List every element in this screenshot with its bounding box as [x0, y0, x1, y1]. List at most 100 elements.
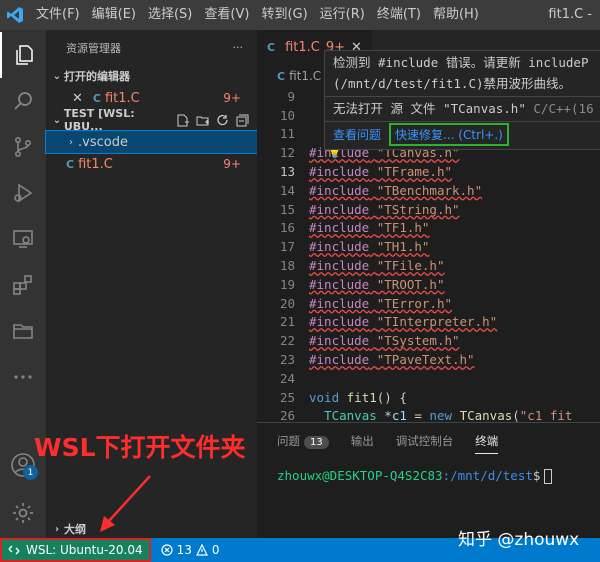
- outline-section[interactable]: › 大纲: [46, 518, 257, 540]
- breadcrumb-file[interactable]: fit1.C: [289, 69, 321, 83]
- extensions-icon[interactable]: [0, 262, 46, 308]
- line-text: #include "TFile.h": [309, 258, 445, 274]
- quick-fix-link[interactable]: 快速修复... (Ctrl+.): [389, 123, 509, 146]
- menu-edit[interactable]: 编辑(E): [86, 0, 142, 30]
- code-line[interactable]: 21 #include "TInterpreter.h": [257, 313, 600, 332]
- search-icon[interactable]: [0, 78, 46, 124]
- open-editor-filename: fit1.C: [104, 90, 140, 106]
- hover-message-line2: (/mnt/d/test/fit1.C)禁用波形曲线。: [333, 76, 572, 91]
- chevron-right-icon: ›: [69, 136, 73, 148]
- line-text: void fit1() {: [309, 389, 407, 405]
- open-editors-section[interactable]: ⌄ 打开的编辑器: [46, 65, 257, 87]
- annotation-text: WSL下打开文件夹: [34, 433, 246, 462]
- workspace-section[interactable]: ⌄ TEST [WSL: UBU...: [46, 107, 257, 133]
- terminal[interactable]: zhouwx@DESKTOP-Q4S2C83:/mnt/d/test$: [257, 458, 600, 484]
- explorer-more-button[interactable]: ···: [233, 41, 244, 54]
- panel-tabs: 问题 13 输出 调试控制台 终端: [257, 423, 600, 458]
- menu-help[interactable]: 帮助(H): [427, 0, 485, 30]
- error-icon: [161, 544, 173, 556]
- tab-debug-console[interactable]: 调试控制台: [396, 433, 454, 449]
- account-badge: 1: [23, 465, 38, 480]
- view-problem-link[interactable]: 查看问题: [333, 126, 381, 143]
- c-file-icon: C: [92, 91, 101, 105]
- line-text: #include "TH1.h": [309, 239, 430, 255]
- tab-output[interactable]: 输出: [351, 433, 374, 449]
- menu-terminal[interactable]: 终端(T): [371, 0, 427, 30]
- code-line[interactable]: 19 #include "TROOT.h": [257, 275, 600, 294]
- code-line[interactable]: 22 #include "TSystem.h": [257, 331, 600, 350]
- new-file-icon[interactable]: [176, 114, 189, 127]
- code-line[interactable]: 14 #include "TBenchmark.h": [257, 181, 600, 200]
- menu-selection[interactable]: 选择(S): [142, 0, 198, 30]
- line-number: 26: [279, 408, 295, 422]
- outline-label: 大纲: [64, 523, 86, 536]
- warning-icon: [195, 544, 208, 556]
- tab-problems[interactable]: 问题 13: [277, 433, 329, 449]
- run-debug-icon[interactable]: [0, 170, 46, 216]
- source-control-icon[interactable]: [0, 124, 46, 170]
- menu-go[interactable]: 转到(G): [255, 0, 313, 30]
- folder-vscode[interactable]: › .vscode: [45, 130, 258, 154]
- code-line[interactable]: 13 #include "TFrame.h": [257, 162, 600, 181]
- menu-view[interactable]: 查看(V): [198, 0, 255, 30]
- folder-vscode-label: .vscode: [78, 134, 128, 150]
- menu-run[interactable]: 运行(R): [314, 0, 371, 30]
- line-number: 17: [279, 239, 295, 255]
- hover-actions: 查看问题 快速修复... (Ctrl+.): [325, 121, 600, 147]
- problems-count-badge: 13: [304, 435, 329, 449]
- vscode-logo-icon: [0, 0, 30, 30]
- collapse-all-icon[interactable]: [236, 114, 249, 127]
- more-icon[interactable]: [0, 354, 46, 400]
- line-number: 23: [279, 352, 295, 368]
- code-line[interactable]: 24: [257, 369, 600, 388]
- open-editor-item[interactable]: ✕ C fit1.C 9+: [46, 87, 257, 109]
- terminal-user: zhouwx@DESKTOP-Q4S2C83: [277, 468, 443, 483]
- line-number: 25: [279, 389, 295, 405]
- new-folder-icon[interactable]: [196, 114, 209, 127]
- remote-indicator[interactable]: WSL: Ubuntu-20.04: [0, 538, 151, 562]
- chevron-right-icon: ›: [54, 523, 60, 535]
- line-text: #include "TBenchmark.h": [309, 182, 483, 198]
- line-text: #include "TInterpreter.h": [309, 314, 498, 330]
- code-line[interactable]: 15 #include "TString.h": [257, 200, 600, 219]
- line-text: #include "TPaveText.h": [309, 352, 475, 368]
- code-line[interactable]: 25 void fit1() {: [257, 388, 600, 407]
- close-icon[interactable]: ✕: [72, 91, 83, 106]
- explorer-header: 资源管理器 ···: [46, 30, 257, 65]
- c-file-icon: C: [66, 157, 75, 171]
- folder-icon[interactable]: [0, 308, 46, 354]
- remote-explorer-icon[interactable]: [0, 216, 46, 262]
- line-number: 18: [279, 258, 295, 274]
- line-number: 15: [279, 201, 295, 217]
- refresh-icon[interactable]: [216, 114, 229, 127]
- tab-terminal[interactable]: 终端: [475, 433, 499, 454]
- hover-error-message: 无法打开 源 文件 "TCanvas.h": [333, 101, 526, 116]
- terminal-prompt-symbol: $: [532, 468, 541, 483]
- menu-file[interactable]: 文件(F): [30, 0, 86, 30]
- line-number: 11: [279, 126, 295, 142]
- code-line[interactable]: 18 #include "TFile.h": [257, 256, 600, 275]
- remote-icon: [8, 545, 20, 555]
- c-file-icon: C: [267, 41, 276, 54]
- explorer-icon[interactable]: [0, 32, 46, 78]
- settings-icon[interactable]: [0, 490, 46, 536]
- code-line[interactable]: 23 #include "TPaveText.h": [257, 350, 600, 369]
- problems-status[interactable]: 13 0: [151, 543, 220, 557]
- line-number: 9: [287, 88, 295, 104]
- line-text: #include "TString.h": [309, 201, 460, 217]
- watermark: 知乎 @zhouwx: [458, 530, 580, 550]
- terminal-cursor: [544, 469, 553, 484]
- file-fit1[interactable]: C fit1.C 9+: [46, 153, 257, 175]
- code-line[interactable]: 20 #include "TError.h": [257, 294, 600, 313]
- workspace-label: TEST [WSL: UBU...: [63, 107, 135, 133]
- error-count-status: 13: [176, 543, 192, 557]
- line-number: 10: [279, 107, 295, 123]
- line-text: #include "TF1.h": [309, 220, 430, 236]
- remote-label: WSL: Ubuntu-20.04: [26, 543, 143, 557]
- line-text: #include "TFrame.h": [309, 164, 453, 180]
- code-line[interactable]: 26 TCanvas *c1 = new TCanvas("c1_fit: [257, 407, 600, 422]
- code-line[interactable]: 17 #include "TH1.h": [257, 237, 600, 256]
- line-number: 20: [279, 295, 295, 311]
- line-text: #include "TSystem.h": [309, 333, 460, 349]
- code-line[interactable]: 16 #include "TF1.h": [257, 219, 600, 238]
